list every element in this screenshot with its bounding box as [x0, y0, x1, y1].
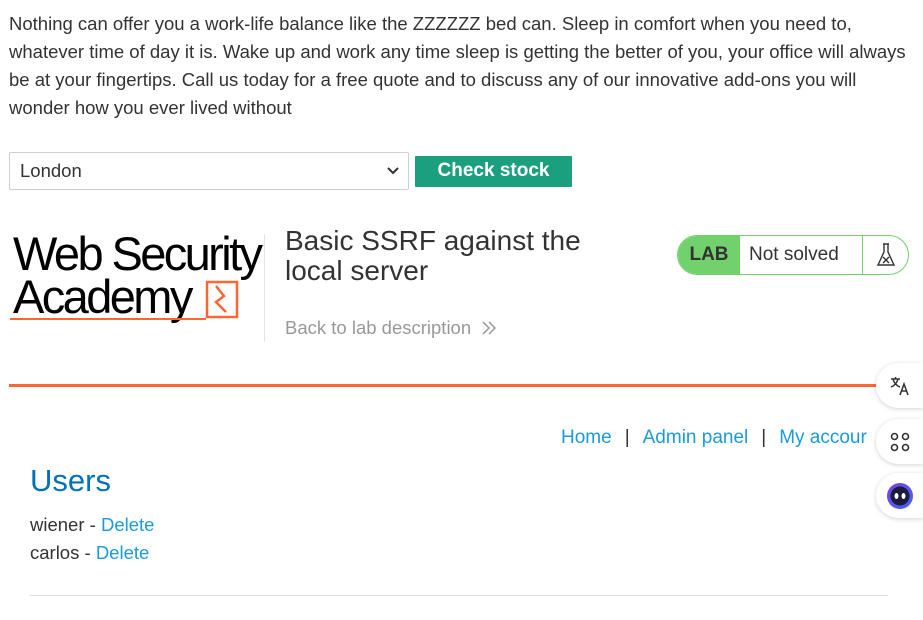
translate-button[interactable]	[876, 363, 923, 408]
back-link-label: Back to lab description	[285, 317, 472, 338]
top-navigation: Home | Admin panel | My accour	[561, 427, 867, 449]
lab-title: Basic SSRF against the local server	[285, 225, 581, 286]
user-separator: -	[84, 542, 91, 563]
user-row: wiener - Delete	[30, 514, 154, 536]
lab-status-text: Not solved	[749, 244, 839, 265]
logo-text-line2: Academy	[13, 270, 193, 323]
header-divider	[264, 234, 265, 342]
store-select[interactable]: London	[9, 152, 409, 190]
stock-check-form: London Check stock	[9, 152, 572, 190]
back-to-lab-description-link[interactable]: Back to lab description	[285, 317, 497, 339]
user-name: wiener	[30, 514, 85, 535]
double-chevron-right-icon	[481, 320, 497, 336]
assistant-button[interactable]	[876, 473, 923, 518]
command-icon	[890, 432, 909, 451]
logo-underline-icon	[10, 318, 206, 320]
user-row: carlos - Delete	[30, 542, 149, 564]
lab-status-widget: LAB Not solved	[677, 235, 909, 275]
web-security-academy-logo[interactable]: Web Security Academy	[10, 230, 263, 324]
nav-my-account-link[interactable]: My accour	[779, 427, 867, 449]
translate-icon	[890, 376, 909, 395]
logo-bolt-icon	[205, 280, 239, 319]
product-description: Nothing can offer you a work-life balanc…	[9, 13, 906, 118]
user-name: carlos	[30, 542, 80, 563]
user-separator: -	[89, 514, 96, 535]
nav-separator: |	[761, 427, 767, 448]
nav-home-link[interactable]: Home	[561, 427, 612, 449]
command-button[interactable]	[876, 419, 923, 464]
flask-icon	[862, 236, 908, 274]
assistant-face-icon	[886, 482, 913, 509]
users-heading: Users	[30, 463, 111, 498]
check-stock-button[interactable]: Check stock	[415, 155, 572, 187]
lab-badge: LAB	[678, 236, 740, 274]
content-divider	[30, 595, 888, 596]
store-select-value: London	[20, 160, 82, 181]
nav-separator: |	[624, 427, 630, 448]
delete-user-link[interactable]: Delete	[101, 514, 154, 535]
chevron-down-icon	[386, 166, 400, 176]
delete-user-link[interactable]: Delete	[96, 542, 149, 563]
nav-admin-panel-link[interactable]: Admin panel	[643, 427, 749, 449]
header-orange-rule	[9, 384, 877, 387]
